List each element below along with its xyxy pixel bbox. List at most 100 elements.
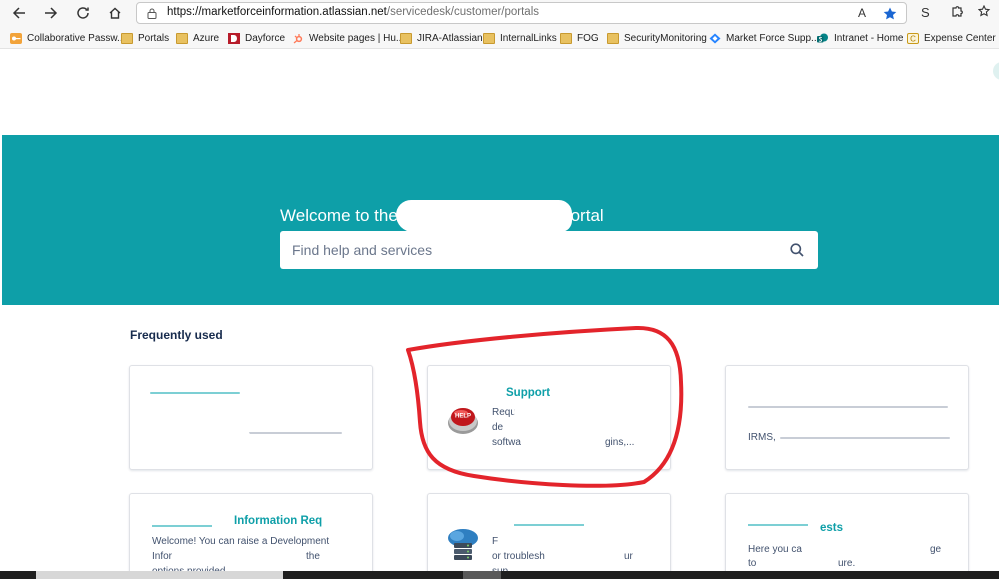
dayforce-icon <box>228 32 240 44</box>
bookmarks-bar: Collaborative Passw... Portals Azure Day… <box>0 27 999 49</box>
refresh-button[interactable] <box>72 3 94 23</box>
redaction-scribble <box>514 406 642 419</box>
bookmark-internal-links[interactable]: InternalLinks <box>483 31 557 45</box>
card-title: Support <box>506 387 551 399</box>
refresh-icon <box>77 7 89 19</box>
svg-text:C: C <box>910 34 916 43</box>
taskbar-app[interactable] <box>36 571 283 579</box>
bookmark-label: JIRA-Atlassian <box>417 32 483 44</box>
card-desc-tail: ure. <box>838 558 856 569</box>
card-desc-line: IRMS, <box>748 432 776 443</box>
information-request-card[interactable]: Information Req Welcome! You can raise a… <box>129 493 373 579</box>
hubspot-icon <box>293 33 303 43</box>
bookmark-website-pages[interactable]: Website pages | Hu... <box>292 31 404 45</box>
bookmark-jira-atlassian[interactable]: JIRA-Atlassian <box>400 31 483 45</box>
card-title-remnant <box>748 524 808 526</box>
bookmark-expense-center[interactable]: C Expense Center <box>907 31 996 45</box>
card-desc-line: Welcome! You can raise a Development <box>152 536 330 547</box>
card-desc-tail: ur <box>624 551 633 562</box>
bookmark-label: Azure <box>193 32 220 44</box>
cloud-server-icon <box>448 529 478 560</box>
lock-icon <box>147 8 157 19</box>
card-desc-line: F <box>492 536 499 547</box>
bookmark-label: InternalLinks <box>500 32 557 44</box>
card-desc-line: or troublesh <box>492 551 545 562</box>
profile-avatar[interactable] <box>993 62 999 80</box>
profile-button[interactable]: S <box>921 5 930 21</box>
forward-arrow-icon <box>45 7 58 19</box>
card-desc-line: to <box>748 558 757 569</box>
bookmark-label: FOG <box>577 32 599 44</box>
redaction-scribble <box>396 200 572 232</box>
redaction-scribble <box>184 550 302 563</box>
forward-button[interactable] <box>40 3 62 23</box>
redaction-scribble <box>532 436 604 449</box>
card-title: Information Req <box>234 515 323 527</box>
bookmark-intranet-home[interactable]: Intranet - Home <box>817 31 903 45</box>
card-desc-line: Requ <box>492 407 516 418</box>
bookmark-label: Collaborative Passw... <box>27 32 126 44</box>
taskbar-app-active[interactable] <box>463 571 501 579</box>
bookmark-label: Market Force Supp... <box>726 32 820 44</box>
windows-taskbar <box>0 571 999 579</box>
bookmark-label: Intranet - Home <box>834 32 904 44</box>
welcome-prefix: Welcome to the <box>280 206 398 225</box>
card-desc-tail: the <box>306 551 320 562</box>
back-arrow-icon <box>12 7 25 19</box>
folder-icon <box>176 32 188 44</box>
folder-icon <box>400 32 412 44</box>
jira-icon <box>709 33 721 43</box>
favorite-star-icon[interactable] <box>883 7 897 20</box>
card-title: ests <box>820 522 844 534</box>
home-button[interactable] <box>104 3 126 23</box>
bookmark-portals[interactable]: Portals <box>121 31 169 45</box>
url-host: https://marketforceinformation.atlassian… <box>167 6 387 18</box>
portal-card[interactable] <box>129 365 373 470</box>
favorites-icon[interactable] <box>978 5 992 19</box>
address-bar[interactable]: https://marketforceinformation.atlassian… <box>136 2 907 24</box>
svg-text:HELP: HELP <box>455 414 471 420</box>
folder-icon <box>121 32 133 44</box>
bookmark-dayforce[interactable]: Dayforce <box>228 31 285 45</box>
folder-icon <box>483 32 495 44</box>
redaction-scribble <box>726 524 750 538</box>
bookmark-collaborative-passwords[interactable]: Collaborative Passw... <box>10 31 125 45</box>
redaction-scribble <box>508 421 658 434</box>
bookmark-market-force-support[interactable]: Market Force Supp... <box>709 31 819 45</box>
card-desc-tail: gins,... <box>605 437 635 448</box>
folder-icon <box>560 32 572 44</box>
key-icon <box>10 32 22 44</box>
help-button-icon: HELP <box>448 408 478 434</box>
expense-icon: C <box>907 32 919 44</box>
back-button[interactable] <box>8 3 30 23</box>
redaction-scribble <box>548 550 618 563</box>
bookmark-label: Portals <box>138 32 170 44</box>
bookmark-azure[interactable]: Azure <box>176 31 219 45</box>
url-path: /servicedesk/customer/portals <box>386 6 540 18</box>
card-title-remnant <box>150 392 240 394</box>
frequently-used-heading: Frequently used <box>130 328 223 342</box>
bookmark-fog[interactable]: FOG <box>560 31 599 45</box>
search-box[interactable] <box>280 231 818 269</box>
portal-card[interactable]: IRMS, <box>725 365 969 470</box>
home-icon <box>109 7 121 19</box>
folder-icon <box>607 32 619 44</box>
extensions-icon[interactable] <box>950 5 964 19</box>
requests-card[interactable]: ests Here you ca ge to ure. <box>725 493 969 579</box>
read-aloud-icon[interactable]: A <box>858 6 866 20</box>
card-title-remnant <box>514 524 584 526</box>
bookmark-label: Dayforce <box>245 32 286 44</box>
card-desc-line: softwa <box>492 437 521 448</box>
search-icon[interactable] <box>790 243 804 257</box>
bookmark-security-monitoring[interactable]: SecurityMonitoring <box>607 31 707 45</box>
card-desc-tail: ge <box>930 544 942 555</box>
browser-toolbar: https://marketforceinformation.atlassian… <box>0 0 999 27</box>
card-desc-remnant <box>780 437 950 439</box>
bookmark-label: Website pages | Hu... <box>309 32 405 44</box>
card-desc-remnant <box>748 406 948 408</box>
redaction-scribble <box>816 543 926 556</box>
card-desc-line: Here you ca <box>748 544 802 555</box>
bookmark-label: SecurityMonitoring <box>624 32 707 44</box>
redaction-scribble <box>130 428 250 444</box>
search-input[interactable] <box>292 241 772 259</box>
